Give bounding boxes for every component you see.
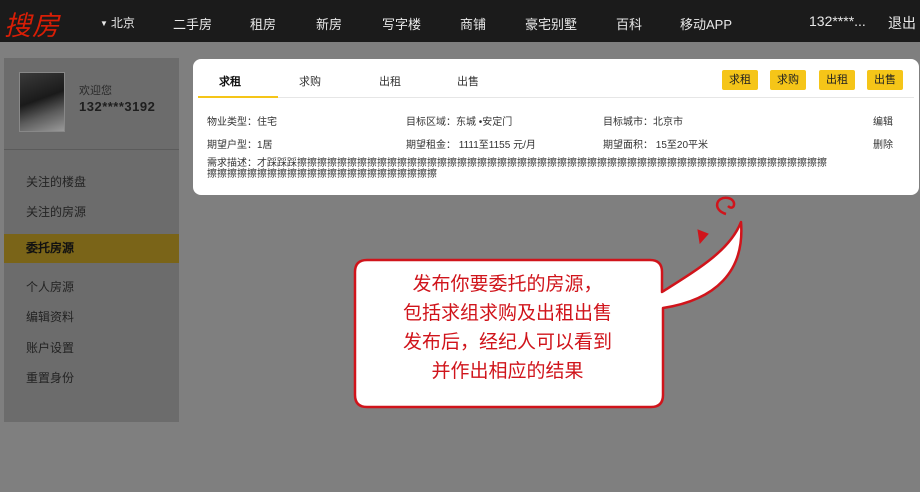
callout-graphic [353, 196, 743, 409]
callout-line-4: 并作出相应的结果 [431, 360, 584, 382]
callout-line-2: 包括求组求购及出租出售 [402, 302, 612, 324]
callout-text: 发布你要委托的房源， 包括求组求购及出租出售 发布后，经纪人可以看到 并作出相应… [355, 270, 660, 386]
squiggle-decoration [716, 196, 736, 216]
callout-line-3: 发布后，经纪人可以看到 [402, 331, 612, 353]
callout-arrow [697, 229, 709, 245]
callout-line-1: 发布你要委托的房源， [412, 273, 603, 295]
